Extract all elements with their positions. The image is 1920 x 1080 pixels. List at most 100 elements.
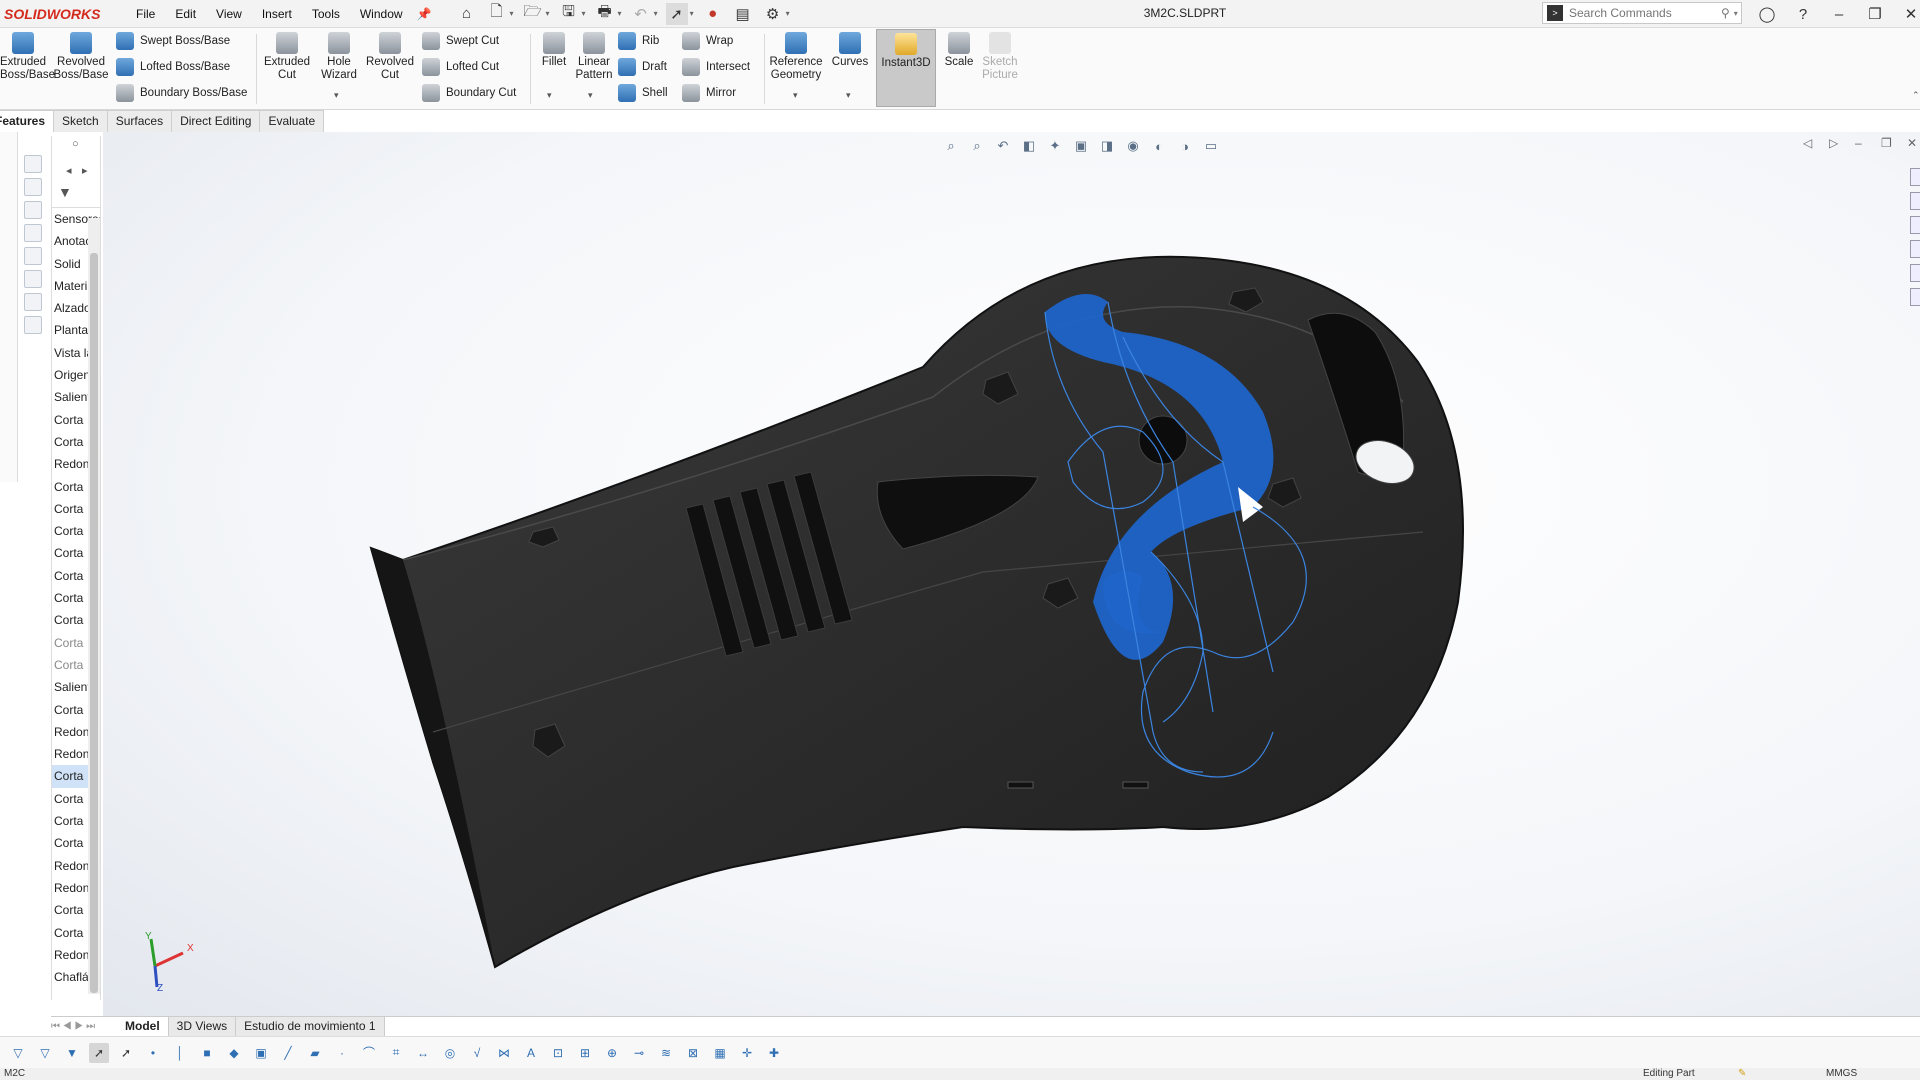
task-pane-home-tab[interactable] — [1910, 168, 1920, 186]
edge-filter-icon[interactable]: │ — [170, 1043, 190, 1063]
reference-geometry-button[interactable]: Reference Geometry — [766, 32, 826, 82]
lofted-boss-button[interactable]: Lofted Boss/Base — [116, 56, 230, 78]
shell-button[interactable]: Shell — [618, 82, 668, 104]
solid-filter-icon[interactable]: ▣ — [251, 1043, 271, 1063]
weld-filter-icon[interactable]: ⋈ — [494, 1043, 514, 1063]
scale-button[interactable]: Scale — [940, 32, 978, 69]
options-gear-icon[interactable]: ⚙ — [762, 3, 784, 25]
print-icon[interactable]: 🖶 — [594, 3, 616, 25]
axis-filter-icon[interactable]: ╱ — [278, 1043, 298, 1063]
fillet-button[interactable]: Fillet — [534, 32, 574, 69]
weld-symbol-icon[interactable] — [24, 293, 42, 311]
plane-filter-icon[interactable]: ▰ — [305, 1043, 325, 1063]
new-document-icon[interactable]: 🗋 — [486, 3, 508, 25]
tab-nav-arrows-icon[interactable]: ⏮ ◀ ▶ ⏭ — [51, 1021, 117, 1032]
search-input[interactable] — [1569, 6, 1719, 20]
extruded-boss-button[interactable]: Extruded Boss/Base — [0, 32, 55, 82]
revolved-cut-button[interactable]: Revolved Cut — [364, 32, 416, 82]
task-pane-explorer-tab[interactable] — [1910, 240, 1920, 258]
filter-icon[interactable]: ▽ — [8, 1043, 28, 1063]
chevron-down-icon[interactable]: ▾ — [510, 9, 514, 18]
chevron-down-icon[interactable]: ▾ — [546, 9, 550, 18]
filter-icon[interactable]: ▽ — [35, 1043, 55, 1063]
rib-button[interactable]: Rib — [618, 30, 659, 52]
link-icon[interactable] — [24, 316, 42, 334]
centerline-filter-icon[interactable]: ⊸ — [629, 1043, 649, 1063]
close-icon[interactable]: ✕ — [1894, 0, 1920, 28]
swept-boss-button[interactable]: Swept Boss/Base — [116, 30, 230, 52]
note-filter-icon[interactable]: A — [521, 1043, 541, 1063]
tab-direct-editing[interactable]: Direct Editing — [171, 110, 261, 132]
gtol-filter-icon[interactable]: ⊡ — [548, 1043, 568, 1063]
part-model-3d[interactable] — [103, 132, 1920, 1018]
text-annotation-icon[interactable] — [24, 155, 42, 173]
curve-filter-icon[interactable]: ⌒ — [359, 1043, 379, 1063]
note-icon[interactable] — [24, 201, 42, 219]
pin-icon[interactable]: 📌 — [417, 7, 432, 21]
table-filter-icon[interactable]: ▦ — [710, 1043, 730, 1063]
chevron-down-icon[interactable]: ▾ — [618, 9, 622, 18]
search-commands-box[interactable]: > ⚲ ▾ — [1542, 2, 1742, 24]
select-other-icon[interactable]: ➚ — [116, 1043, 136, 1063]
tab-model[interactable]: Model — [117, 1016, 169, 1036]
tab-surfaces[interactable]: Surfaces — [106, 110, 173, 132]
surface-finish-icon[interactable] — [24, 270, 42, 288]
minimize-icon[interactable]: – — [1822, 0, 1856, 28]
task-pane-appearances-tab[interactable] — [1910, 264, 1920, 282]
chevron-down-icon[interactable]: ▾ — [786, 9, 790, 18]
surface-finish-filter-icon[interactable]: √ — [467, 1043, 487, 1063]
file-properties-icon[interactable]: ▤ — [732, 3, 754, 25]
select-arrow-icon[interactable]: ➚ — [665, 2, 688, 25]
task-pane-library-tab[interactable] — [1910, 216, 1920, 234]
chevron-down-icon[interactable]: ▾ — [793, 90, 798, 101]
swept-cut-button[interactable]: Swept Cut — [422, 30, 499, 52]
sketch-filter-icon[interactable]: ⌗ — [386, 1043, 406, 1063]
rebuild-traffic-light-icon[interactable]: ● — [702, 3, 724, 25]
user-account-icon[interactable]: ◯ — [1750, 0, 1784, 28]
tree-collapse-icon[interactable]: ○ — [72, 138, 79, 150]
graphics-area[interactable]: ⌕ ⌕ ↶ ◧ ✦ ▣ ◨ ◉ ◐ ◑ ▭ ◁ ▷ – ❐ ✕ X Y Z — [103, 132, 1920, 1018]
tab-features[interactable]: Features — [0, 110, 55, 132]
chevron-down-icon[interactable]: ▾ — [582, 9, 586, 18]
surface-filter-icon[interactable]: ◆ — [224, 1043, 244, 1063]
tab-sketch[interactable]: Sketch — [53, 110, 108, 132]
chevron-down-icon[interactable]: ▾ — [547, 90, 552, 101]
open-folder-icon[interactable]: 🗁 — [522, 3, 544, 25]
revolved-boss-button[interactable]: Revolved Boss/Base — [52, 32, 110, 82]
filter-icon[interactable]: ▼ — [58, 184, 72, 200]
point-filter-icon[interactable]: · — [332, 1043, 352, 1063]
task-pane-resources-tab[interactable] — [1910, 192, 1920, 210]
tab-evaluate[interactable]: Evaluate — [259, 110, 325, 132]
sketch-picture-button[interactable]: Sketch Picture — [978, 32, 1022, 82]
search-icon[interactable]: ⚲ — [1721, 6, 1730, 20]
undo-icon[interactable]: ↶ — [630, 3, 652, 25]
route-point-filter-icon[interactable]: ✚ — [764, 1043, 784, 1063]
tab-motion-study[interactable]: Estudio de movimiento 1 — [236, 1016, 385, 1036]
task-pane-properties-tab[interactable] — [1910, 288, 1920, 306]
tree-next-icon[interactable]: ▸ — [82, 164, 88, 177]
tree-scrollbar[interactable] — [88, 218, 100, 994]
vertex-filter-icon[interactable]: • — [143, 1043, 163, 1063]
face-filter-icon[interactable]: ■ — [197, 1043, 217, 1063]
menu-insert[interactable]: Insert — [252, 0, 302, 28]
curves-button[interactable]: Curves — [828, 32, 872, 69]
menu-tools[interactable]: Tools — [302, 0, 350, 28]
home-icon[interactable]: ⌂ — [456, 3, 478, 25]
part-body[interactable] — [369, 255, 1464, 969]
hole-filter-icon[interactable]: ◎ — [440, 1043, 460, 1063]
collapse-ribbon-icon[interactable]: ⌃ — [1912, 90, 1920, 101]
chevron-down-icon[interactable]: ▾ — [846, 90, 851, 101]
datum-filter-icon[interactable]: ⊞ — [575, 1043, 595, 1063]
text-annotation-icon[interactable] — [24, 178, 42, 196]
tab-3d-views[interactable]: 3D Views — [168, 1016, 237, 1036]
hole-wizard-button[interactable]: Hole Wizard — [314, 32, 364, 82]
extruded-cut-button[interactable]: Extruded Cut — [262, 32, 312, 82]
connection-point-filter-icon[interactable]: ✛ — [737, 1043, 757, 1063]
help-icon[interactable]: ? — [1786, 0, 1820, 28]
select-arrow-icon[interactable]: ➚ — [89, 1042, 109, 1063]
chevron-down-icon[interactable]: ▾ — [690, 9, 694, 18]
block-filter-icon[interactable]: ⊠ — [683, 1043, 703, 1063]
save-icon[interactable]: 🖫 — [558, 3, 580, 25]
chevron-down-icon[interactable]: ▾ — [334, 90, 339, 101]
instant3d-button[interactable]: Instant3D — [876, 29, 936, 107]
